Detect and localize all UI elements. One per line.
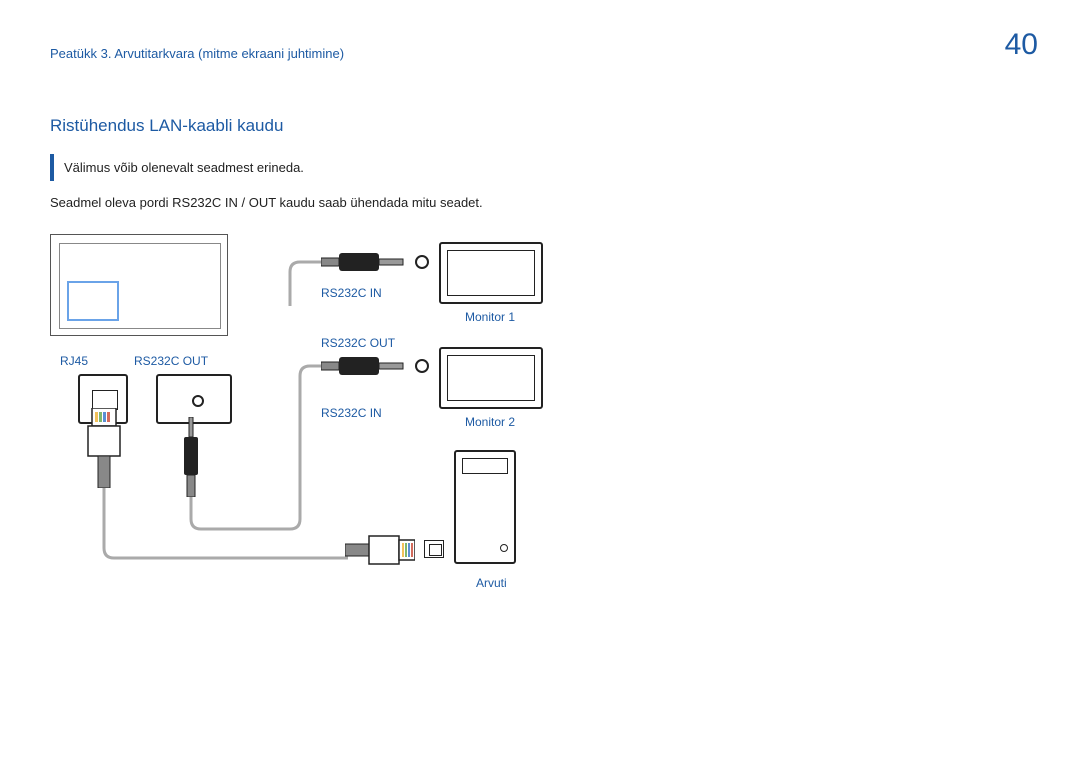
rs232c-in-top-label: RS232C IN [321,286,382,300]
info-callout: Välimus võib olenevalt seadmest erineda. [50,154,550,181]
jack-socket-2-icon [415,359,429,373]
main-content: Ristühendus LAN-kaabli kaudu Välimus või… [0,116,1080,624]
ethernet-plug-icon [86,408,122,488]
rj45-label: RJ45 [60,354,88,368]
port-highlight [67,281,119,321]
device-rear-panel [50,234,228,336]
connection-diagram: RJ45 RS232C OUT RS232C IN RS232C OUT RS2… [50,234,610,624]
computer-tower-icon [454,450,516,564]
monitor2-label: Monitor 2 [465,415,515,429]
monitor-2-icon [439,347,543,409]
jack-connector-2-icon [321,354,407,378]
audio-plug-icon [180,417,202,497]
arvuti-label: Arvuti [476,576,507,590]
rs232c-out-mid-label: RS232C OUT [321,336,395,350]
monitor1-label: Monitor 1 [465,310,515,324]
page-header: Peatükk 3. Arvutitarkvara (mitme ekraani… [0,0,1080,62]
ethernet-plug-h-icon [345,534,415,566]
page-number: 40 [1005,28,1038,62]
section-title: Ristühendus LAN-kaabli kaudu [50,116,1030,136]
rs232c-in-bottom-label: RS232C IN [321,406,382,420]
jack-socket-1-icon [415,255,429,269]
body-text: Seadmel oleva pordi RS232C IN / OUT kaud… [50,195,1030,210]
rs232c-out-left-label: RS232C OUT [134,354,208,368]
monitor-1-icon [439,242,543,304]
ethernet-socket-icon [424,540,444,558]
jack-connector-1-icon [321,250,407,274]
breadcrumb: Peatükk 3. Arvutitarkvara (mitme ekraani… [50,28,344,61]
